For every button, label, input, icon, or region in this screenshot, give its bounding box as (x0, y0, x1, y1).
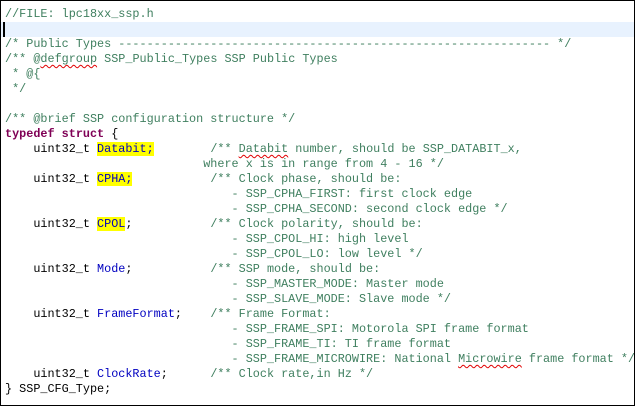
code-line[interactable]: } SSP_CFG_Type; (5, 382, 111, 397)
text-cursor (3, 22, 5, 37)
code-comment: - SSP_SLAVE_MODE: Slave mode */ (5, 292, 451, 306)
code-line[interactable]: uint32_t CPOL; /** Clock polarity, shoul… (5, 217, 423, 232)
code-line[interactable]: uint32_t Databit; /** Databit number, sh… (5, 142, 522, 157)
code-line[interactable]: uint32_t CPHA; /** Clock phase, should b… (5, 172, 401, 187)
code-comment: - SSP_CPOL_LO: low level */ (5, 247, 423, 261)
code-text: uint32_t (5, 217, 98, 231)
code-text: uint32_t (5, 367, 98, 381)
code-line[interactable]: - SSP_SLAVE_MODE: Slave mode */ (5, 292, 451, 307)
code-line[interactable]: uint32_t ClockRate; /** Clock rate,in Hz… (5, 367, 373, 382)
code-editor[interactable]: //FILE: lpc18xx_ssp.h /* Public Types ---… (0, 0, 635, 406)
code-line[interactable]: uint32_t Mode; /** SSP mode, should be: (5, 262, 380, 277)
code-line[interactable]: typedef struct { (5, 127, 118, 142)
highlighted-field-name: CPOL (97, 217, 126, 231)
code-comment: - SSP_FRAME_TI: TI frame format (5, 337, 451, 351)
code-comment: /* Public Types ------------------------… (5, 37, 572, 51)
code-text: uint32_t (5, 172, 98, 186)
code-text: } SSP_CFG_Type; (5, 382, 112, 396)
code-comment: /** Clock phase, should be: (210, 172, 402, 186)
code-line[interactable]: * @{ (5, 67, 40, 82)
code-comment: - SSP_CPHA_FIRST: first clock edge (5, 187, 473, 201)
code-keyword: typedef (5, 127, 55, 141)
highlighted-field-name: Databit; (97, 142, 154, 156)
code-comment: * @{ (5, 67, 41, 81)
code-line[interactable]: - SSP_MASTER_MODE: Master mode (5, 277, 444, 292)
spelling-error-word: Databit (238, 142, 289, 156)
code-comment: - SSP_MASTER_MODE: Master mode (5, 277, 444, 291)
code-text: uint32_t (5, 142, 98, 156)
code-line[interactable]: where x is in range from 4 - 16 */ (5, 157, 444, 172)
code-comment: where x is in range from 4 - 16 */ (5, 157, 444, 171)
code-line[interactable]: - SSP_CPOL_HI: high level (5, 232, 409, 247)
code-comment: /** @brief SSP configuration structure *… (5, 112, 296, 126)
code-comment: /** @ (5, 52, 41, 66)
code-comment: - SSP_CPOL_HI: high level (5, 232, 409, 246)
struct-field-name: Mode (97, 262, 126, 276)
code-comment: /** Clock polarity, should be: (210, 217, 423, 231)
code-line[interactable]: - SSP_CPOL_LO: low level */ (5, 247, 423, 262)
code-comment: */ (5, 82, 27, 96)
spelling-error-word: Microwire (458, 352, 522, 366)
code-line[interactable]: - SSP_FRAME_SPI: Motorola SPI frame form… (5, 322, 529, 337)
code-keyword: struct (61, 127, 105, 141)
code-comment: SSP_Public_Types SSP Public Types (97, 52, 338, 66)
code-line[interactable]: */ (5, 82, 26, 97)
code-comment: //FILE: lpc18xx_ssp.h (5, 7, 154, 21)
code-comment: - SSP_FRAME_SPI: Motorola SPI frame form… (5, 322, 529, 336)
code-text: ; (125, 262, 211, 276)
code-comment: /** SSP mode, should be: (210, 262, 381, 276)
struct-field-name: FrameFormat (97, 307, 175, 321)
code-comment: /** Frame Format: (210, 307, 331, 321)
code-comment: frame format */ (521, 352, 635, 366)
highlighted-field-name: CPHA; (97, 172, 133, 186)
code-text: ; (174, 307, 211, 321)
code-line[interactable]: - SSP_CPHA_FIRST: first clock edge (5, 187, 473, 202)
code-text: uint32_t (5, 262, 98, 276)
code-line[interactable]: - SSP_CPHA_SECOND: second clock edge */ (5, 202, 508, 217)
code-line[interactable]: - SSP_FRAME_MICROWIRE: National Microwir… (5, 352, 635, 367)
spelling-error-word: defgroup (40, 52, 98, 66)
code-comment: /** Clock rate,in Hz */ (210, 367, 374, 381)
code-line[interactable]: /** @defgroup SSP_Public_Types SSP Publi… (5, 52, 338, 67)
code-text: uint32_t (5, 307, 98, 321)
code-comment: - SSP_FRAME_MICROWIRE: National (5, 352, 459, 366)
code-line[interactable]: uint32_t FrameFormat; /** Frame Format: (5, 307, 331, 322)
code-text: ; (160, 367, 211, 381)
code-line[interactable]: /* Public Types ------------------------… (5, 37, 571, 52)
code-line[interactable]: /** @brief SSP configuration structure *… (5, 112, 295, 127)
struct-field-name: ClockRate (97, 367, 161, 381)
code-comment: /** (210, 142, 239, 156)
code-text: { (104, 127, 119, 141)
code-line[interactable]: - SSP_FRAME_TI: TI frame format (5, 337, 451, 352)
code-comment: number, should be SSP_DATABIT_x, (288, 142, 522, 156)
code-line[interactable]: //FILE: lpc18xx_ssp.h (5, 7, 154, 22)
code-comment: - SSP_CPHA_SECOND: second clock edge */ (5, 202, 508, 216)
current-line-highlight (1, 22, 634, 37)
